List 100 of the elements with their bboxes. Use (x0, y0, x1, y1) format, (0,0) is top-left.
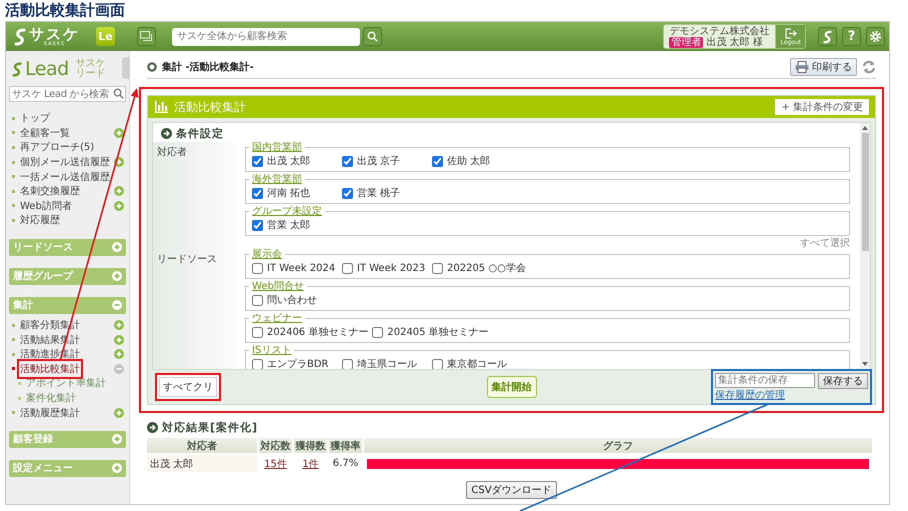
clear-all-button[interactable]: すべてクリ (155, 373, 221, 401)
expand-icon[interactable] (114, 128, 124, 138)
checkbox-label: 202406 単独セミナー (267, 326, 368, 340)
checkbox[interactable] (432, 263, 443, 274)
print-button[interactable]: 印刷する (790, 58, 857, 76)
column-header: 獲得数 (294, 438, 327, 453)
save-history-link[interactable]: 保存履歴の管理 (715, 390, 868, 401)
bullet-icon (12, 175, 15, 178)
company-name: デモシステム株式会社 (669, 26, 770, 36)
scrollbar[interactable] (860, 123, 870, 369)
s-logo-button[interactable] (818, 27, 837, 46)
settings-icon (869, 30, 882, 43)
column-header: 対応者 (147, 438, 257, 453)
checkbox[interactable] (252, 359, 263, 369)
lead-logo-icon (12, 62, 22, 76)
nav-link[interactable]: トップ (20, 111, 50, 126)
nav-link[interactable]: 一括メール送信履歴 (20, 170, 110, 184)
table-cell-text: 6.7% (332, 457, 360, 471)
checkbox[interactable] (342, 156, 353, 167)
search-button[interactable] (363, 27, 382, 46)
expand-icon[interactable] (114, 157, 124, 168)
bullet-icon (12, 160, 15, 164)
checkbox[interactable] (252, 220, 263, 231)
checkbox[interactable] (342, 263, 353, 274)
checkbox[interactable] (342, 188, 353, 199)
nav-link[interactable]: Web訪問者 (20, 198, 72, 213)
nav-link[interactable]: 名刺交換履歴 (20, 184, 80, 198)
checkbox[interactable] (432, 156, 443, 167)
table-cell: 出茂 太郎 (147, 455, 257, 472)
bullet-circle-icon (147, 62, 157, 72)
save-name-field[interactable]: 集計条件の保存 (715, 373, 815, 388)
bullet-icon (12, 367, 15, 370)
checkbox-label: 埼玉県コール (357, 358, 417, 369)
count-link[interactable]: 15件 (264, 458, 287, 470)
search-icon[interactable] (113, 88, 124, 99)
change-conditions-button[interactable]: + 集計条件の変更 (775, 99, 869, 115)
expand-icon (112, 242, 122, 252)
count-link[interactable]: 1件 (302, 458, 319, 470)
checkbox-label: エンプラBDR (267, 358, 329, 369)
checkbox[interactable] (342, 359, 353, 369)
checkbox-label: 東京都コール (447, 358, 507, 369)
column-header: 対応数 (259, 438, 292, 453)
bullet-icon (18, 382, 21, 385)
checkbox[interactable] (372, 327, 384, 338)
checkbox[interactable] (252, 327, 263, 338)
checkbox-label: 出茂 太郎 (267, 154, 310, 169)
checkbox-label: IT Week 2024 (267, 262, 336, 276)
collapse-handle[interactable] (122, 57, 130, 79)
row-label: リードソース (157, 254, 217, 265)
row-label: 対応者 (157, 147, 187, 158)
s-logo-icon (823, 30, 832, 44)
printer-icon (795, 61, 809, 73)
nav-link[interactable]: 活動履歴集計 (20, 406, 80, 420)
settings-button[interactable] (866, 27, 885, 46)
checkbox-label: 出茂 京子 (357, 154, 400, 169)
checkbox-label: 202205 ○○学会 (447, 262, 526, 276)
bar-chart-icon (155, 101, 168, 113)
checkbox[interactable] (432, 359, 443, 369)
bullet-icon (12, 324, 15, 327)
checkbox-label: 営業 太郎 (267, 218, 310, 233)
brand-subtitle: リード (76, 69, 106, 79)
column-header: グラフ (364, 438, 872, 453)
logo-icon (14, 28, 26, 46)
bullet-icon (12, 411, 15, 414)
search-field[interactable]: サスケ全体から顧客検索 (172, 28, 360, 46)
bullet-icon (12, 352, 15, 356)
nav-link[interactable]: 活動比較集計 (20, 362, 80, 376)
nav-link[interactable]: 全顧客一覧 (20, 126, 70, 140)
sidebar-search-field[interactable]: サスケ Lead から検索 (9, 86, 126, 102)
refresh-icon[interactable] (862, 60, 876, 74)
checkbox[interactable] (252, 188, 263, 199)
bullet-icon (12, 146, 15, 149)
bullet-icon (12, 218, 15, 222)
csv-download-button[interactable]: CSVダウンロード (466, 481, 557, 499)
expand-icon (112, 271, 122, 282)
bullet-icon (12, 116, 15, 120)
checkbox-label: 202405 単独セミナー (387, 326, 489, 340)
checkbox[interactable] (252, 156, 263, 167)
select-all-link[interactable]: すべて選択 (800, 238, 850, 249)
expand-icon (112, 463, 122, 474)
checkbox-label: 河南 拓也 (267, 186, 310, 201)
checkbox[interactable] (252, 295, 263, 306)
checkbox[interactable] (252, 263, 263, 274)
nav-link[interactable]: 個別メール送信履歴 (20, 155, 110, 170)
brand-name: Lead (25, 58, 69, 80)
bullet-icon (12, 131, 15, 134)
nav-link[interactable]: 対応履歴 (20, 213, 60, 228)
search-icon (367, 31, 378, 42)
checkbox-label: IT Week 2023 (357, 262, 426, 276)
chat-button[interactable] (137, 27, 156, 46)
nav-link[interactable]: 再アプローチ(5) (20, 140, 94, 154)
start-aggregation-button[interactable]: 集計開始 (486, 376, 536, 398)
bullet-icon (12, 338, 15, 342)
arrow-circle-icon (161, 128, 172, 139)
page-title: 活動比較集計画面 (5, 1, 125, 19)
save-button[interactable]: 保存する (818, 373, 868, 389)
user-name: 出茂 太郎 様 (706, 36, 763, 48)
logout-icon (784, 28, 797, 38)
expand-icon (112, 434, 122, 444)
role-badge: 管理者 (669, 36, 704, 48)
